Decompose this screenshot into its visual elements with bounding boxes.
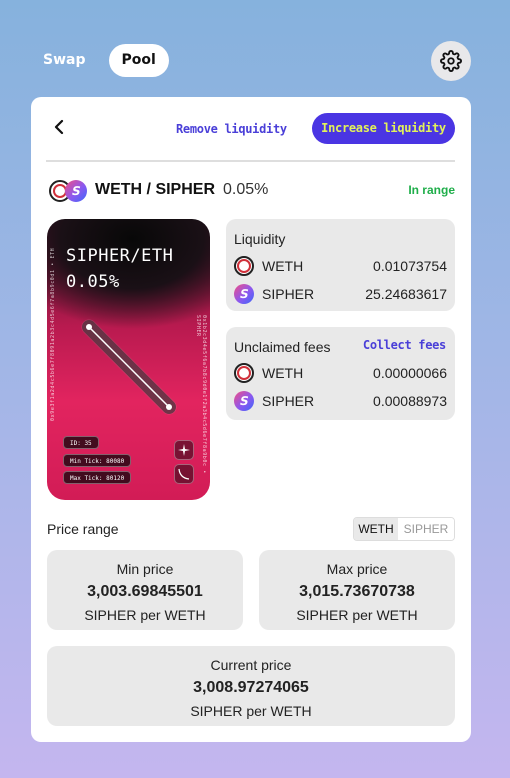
pair-header: S WETH / SIPHER 0.05% In range xyxy=(49,178,455,204)
range-status-badge: In range xyxy=(408,183,455,197)
weth-token-icon xyxy=(234,363,254,383)
weth-token-icon xyxy=(234,256,254,276)
nft-id-tag: ID: 35 xyxy=(63,436,99,449)
liquidity-row-sipher: S SIPHER 25.24683617 xyxy=(234,284,447,304)
token-name: SIPHER xyxy=(262,286,315,302)
current-price-unit: SIPHER per WETH xyxy=(190,703,312,719)
nft-title-pair: SIPHER/ETH xyxy=(66,246,174,266)
min-price-card: Min price 3,003.69845501 SIPHER per WETH xyxy=(47,550,243,630)
position-nft-image[interactable]: 0x9e3f1a2d4c5b6e7f8091a2b3c4d5e6f7a8b9c0… xyxy=(47,219,210,500)
max-price-value: 3,015.73670738 xyxy=(299,583,415,600)
remove-liquidity-button[interactable]: Remove liquidity xyxy=(176,114,287,144)
min-price-unit: SIPHER per WETH xyxy=(84,607,206,623)
nft-title-fee: 0.05% xyxy=(66,272,120,292)
sipher-token-icon: S xyxy=(234,284,254,304)
token-amount: 25.24683617 xyxy=(365,286,447,302)
unclaimed-fees-title: Unclaimed fees xyxy=(234,339,331,355)
fees-row-weth: WETH 0.00000066 xyxy=(234,363,447,383)
current-price-value: 3,008.97274065 xyxy=(193,679,309,696)
collect-fees-button[interactable]: Collect fees xyxy=(363,338,446,352)
token-name: SIPHER xyxy=(262,393,315,409)
liquidity-row-weth: WETH 0.01073754 xyxy=(234,256,447,276)
max-price-unit: SIPHER per WETH xyxy=(296,607,418,623)
tab-swap[interactable]: Swap xyxy=(30,44,99,77)
token-name: WETH xyxy=(262,365,304,381)
token-amount: 0.01073754 xyxy=(373,258,447,274)
price-unit-toggle: WETH SIPHER xyxy=(353,517,455,541)
pair-name: WETH / SIPHER xyxy=(95,181,216,198)
min-price-value: 3,003.69845501 xyxy=(87,583,203,600)
token-amount: 0.00088973 xyxy=(373,393,447,409)
position-card: Remove liquidity Increase liquidity S WE… xyxy=(31,97,471,742)
back-arrow-icon xyxy=(54,119,64,135)
tab-pool[interactable]: Pool xyxy=(108,44,169,77)
increase-liquidity-button[interactable]: Increase liquidity xyxy=(312,113,455,144)
fees-row-sipher: S SIPHER 0.00088973 xyxy=(234,391,447,411)
max-price-label: Max price xyxy=(326,561,388,577)
divider xyxy=(46,160,455,162)
nft-range-curve xyxy=(81,319,177,415)
nft-title: SIPHER/ETH 0.05% xyxy=(66,243,173,295)
pair-icons: S xyxy=(49,178,91,204)
nft-side-text-right: 0x1b2c3d4e5f6a7b8c9d0e1f2a3b4c5d6e7f8a9b… xyxy=(195,315,207,474)
toggle-option-sipher[interactable]: SIPHER xyxy=(398,518,454,540)
token-amount: 0.00000066 xyxy=(373,365,447,381)
sipher-token-icon: S xyxy=(234,391,254,411)
liquidity-title: Liquidity xyxy=(234,231,286,247)
settings-button[interactable] xyxy=(431,41,471,81)
nft-min-tick-tag: Min Tick: 80080 xyxy=(63,454,132,467)
nft-max-tick-tag: Max Tick: 80120 xyxy=(63,471,132,484)
sparkle-icon xyxy=(174,440,194,460)
gear-icon xyxy=(440,50,462,72)
curve-icon xyxy=(174,464,194,484)
sipher-token-icon: S xyxy=(65,180,87,202)
min-price-label: Min price xyxy=(116,561,174,577)
token-name: WETH xyxy=(262,258,304,274)
current-price-card: Current price 3,008.97274065 SIPHER per … xyxy=(47,646,455,726)
price-range-label: Price range xyxy=(47,521,119,537)
nft-side-text-left: 0x9e3f1a2d4c5b6e7f8091a2b3c4d5e6f7a8b9c0… xyxy=(50,247,56,421)
unclaimed-fees-panel: Unclaimed fees Collect fees WETH 0.00000… xyxy=(226,327,455,420)
top-nav: Swap Pool xyxy=(30,44,169,77)
max-price-card: Max price 3,015.73670738 SIPHER per WETH xyxy=(259,550,455,630)
current-price-label: Current price xyxy=(210,657,292,673)
liquidity-panel: Liquidity WETH 0.01073754 S SIPHER 25.24… xyxy=(226,219,455,311)
back-button[interactable] xyxy=(49,117,69,137)
toggle-option-weth[interactable]: WETH xyxy=(354,518,398,540)
pair-fee-tier: 0.05% xyxy=(223,181,269,198)
